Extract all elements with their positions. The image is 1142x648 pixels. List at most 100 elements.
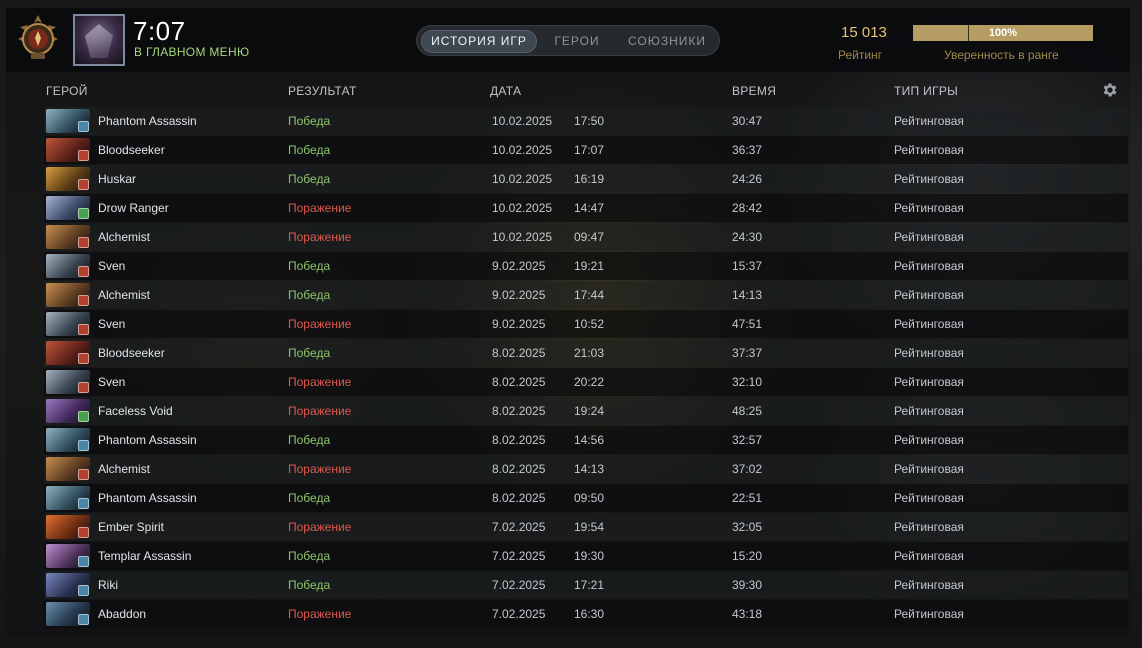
table-row[interactable]: Ember Spirit Поражение 7.02.2025 19:54 32:05… — [44, 513, 1128, 541]
game-type: Рейтинговая — [894, 317, 964, 331]
game-type: Рейтинговая — [894, 230, 964, 244]
match-duration: 30:47 — [732, 114, 763, 128]
role-badge-icon — [78, 556, 89, 567]
table-row[interactable]: Drow Ranger Поражение 10.02.2025 14:47 28:42… — [44, 194, 1128, 222]
match-result: Победа — [288, 259, 331, 273]
match-date: 9.02.2025 — [492, 259, 546, 273]
hero-name: Faceless Void — [98, 404, 173, 418]
hero-name: Alchemist — [98, 462, 151, 476]
column-hero[interactable]: ГЕРОЙ — [46, 84, 88, 98]
table-row[interactable]: Sven Победа 9.02.2025 19:21 15:37 Рейтинговая — [44, 252, 1128, 280]
gear-icon[interactable] — [1101, 81, 1119, 99]
match-start-time: 17:21 — [574, 578, 605, 592]
match-duration: 28:42 — [732, 201, 763, 215]
match-start-time: 16:30 — [574, 607, 605, 621]
match-result: Поражение — [288, 404, 352, 418]
match-result: Победа — [288, 491, 331, 505]
match-start-time: 17:44 — [574, 288, 605, 302]
game-type: Рейтинговая — [894, 288, 964, 302]
match-result: Поражение — [288, 520, 352, 534]
table-row[interactable]: Huskar Победа 10.02.2025 16:19 24:26 Рейтинго… — [44, 165, 1128, 193]
clock: 7:07 — [133, 16, 186, 46]
role-badge-icon — [78, 353, 89, 364]
tab-allies[interactable]: СОЮЗНИКИ — [617, 30, 717, 53]
table-row[interactable]: Templar Assassin Победа 7.02.2025 19:30 15:2… — [44, 542, 1128, 570]
match-start-time: 19:54 — [574, 520, 605, 534]
role-badge-icon — [78, 208, 89, 219]
avatar-image — [85, 24, 113, 58]
match-date: 7.02.2025 — [492, 607, 546, 621]
table-row[interactable]: Phantom Assassin Победа 8.02.2025 09:50 22:5… — [44, 484, 1128, 512]
role-badge-icon — [78, 266, 89, 277]
match-duration: 48:25 — [732, 404, 763, 418]
match-start-time: 14:13 — [574, 462, 605, 476]
match-start-time: 19:30 — [574, 549, 605, 563]
match-result: Победа — [288, 114, 331, 128]
match-date: 8.02.2025 — [492, 491, 546, 505]
table-row[interactable]: Abaddon Поражение 7.02.2025 16:30 43:18 Рейти… — [44, 600, 1128, 628]
hero-name: Phantom Assassin — [98, 114, 197, 128]
hero-name: Bloodseeker — [98, 346, 165, 360]
rank-confidence-bar: 100% — [913, 25, 1093, 41]
match-duration: 37:37 — [732, 346, 763, 360]
column-duration[interactable]: ВРЕМЯ — [732, 84, 776, 98]
table-row[interactable]: Faceless Void Поражение 8.02.2025 19:24 48:2… — [44, 397, 1128, 425]
match-date: 8.02.2025 — [492, 346, 546, 360]
match-result: Победа — [288, 288, 331, 302]
hero-portrait-icon — [46, 312, 90, 336]
hero-name: Riki — [98, 578, 118, 592]
table-row[interactable]: Bloodseeker Победа 10.02.2025 17:07 36:37 Рей… — [44, 136, 1128, 164]
match-date: 10.02.2025 — [492, 230, 553, 244]
table-row[interactable]: Sven Поражение 8.02.2025 20:22 32:10 Рейтинго… — [44, 368, 1128, 396]
game-type: Рейтинговая — [894, 404, 964, 418]
match-result: Поражение — [288, 201, 352, 215]
column-result[interactable]: РЕЗУЛЬТАТ — [288, 84, 357, 98]
hero-portrait-icon — [46, 283, 90, 307]
hero-portrait-icon — [46, 399, 90, 423]
match-result: Победа — [288, 433, 331, 447]
role-badge-icon — [78, 527, 89, 538]
role-badge-icon — [78, 121, 89, 132]
table-row[interactable]: Alchemist Победа 9.02.2025 17:44 14:13 Рейтин… — [44, 281, 1128, 309]
table-row[interactable]: Alchemist Поражение 8.02.2025 14:13 37:02 Рей… — [44, 455, 1128, 483]
hero-name: Sven — [98, 259, 126, 273]
rank-medal-icon[interactable] — [14, 13, 62, 61]
match-date: 7.02.2025 — [492, 549, 546, 563]
avatar[interactable] — [73, 14, 125, 66]
rating-value: 15 013 — [841, 24, 887, 41]
hero-portrait-icon — [46, 573, 90, 597]
hero-name: Bloodseeker — [98, 143, 165, 157]
table-row[interactable]: Alchemist Поражение 10.02.2025 09:47 24:30 Ре… — [44, 223, 1128, 251]
tab-match-history[interactable]: ИСТОРИЯ ИГР — [421, 30, 537, 53]
match-result: Поражение — [288, 462, 352, 476]
confidence-label: Уверенность в ранге — [944, 48, 1059, 62]
match-result: Победа — [288, 578, 331, 592]
game-type: Рейтинговая — [894, 607, 964, 621]
match-date: 9.02.2025 — [492, 288, 546, 302]
match-start-time: 14:56 — [574, 433, 605, 447]
table-row[interactable]: Phantom Assassin Победа 8.02.2025 14:56 32:5… — [44, 426, 1128, 454]
match-duration: 43:18 — [732, 607, 763, 621]
column-game-type[interactable]: ТИП ИГРЫ — [894, 84, 958, 98]
table-row[interactable]: Phantom Assassin Победа 10.02.2025 17:50 30:… — [44, 107, 1128, 135]
column-date[interactable]: ДАТА — [490, 84, 521, 98]
hero-portrait-icon — [46, 428, 90, 452]
table-header: ГЕРОЙ РЕЗУЛЬТАТ ДАТА ВРЕМЯ ТИП ИГРЫ — [6, 78, 1130, 102]
match-start-time: 09:50 — [574, 491, 605, 505]
tab-heroes[interactable]: ГЕРОИ — [541, 30, 613, 53]
hero-portrait-icon — [46, 370, 90, 394]
role-badge-icon — [78, 498, 89, 509]
table-row[interactable]: Bloodseeker Победа 8.02.2025 21:03 37:37 Рейт… — [44, 339, 1128, 367]
match-date: 10.02.2025 — [492, 143, 553, 157]
match-duration: 15:20 — [732, 549, 763, 563]
role-badge-icon — [78, 382, 89, 393]
hero-name: Sven — [98, 375, 126, 389]
table-row[interactable]: Sven Поражение 9.02.2025 10:52 47:51 Рейтинго… — [44, 310, 1128, 338]
role-badge-icon — [78, 179, 89, 190]
game-type: Рейтинговая — [894, 201, 964, 215]
table-row[interactable]: Riki Победа 7.02.2025 17:21 39:30 Рейтинговая — [44, 571, 1128, 599]
match-start-time: 20:22 — [574, 375, 605, 389]
hero-portrait-icon — [46, 109, 90, 133]
role-badge-icon — [78, 585, 89, 596]
hero-name: Ember Spirit — [98, 520, 165, 534]
